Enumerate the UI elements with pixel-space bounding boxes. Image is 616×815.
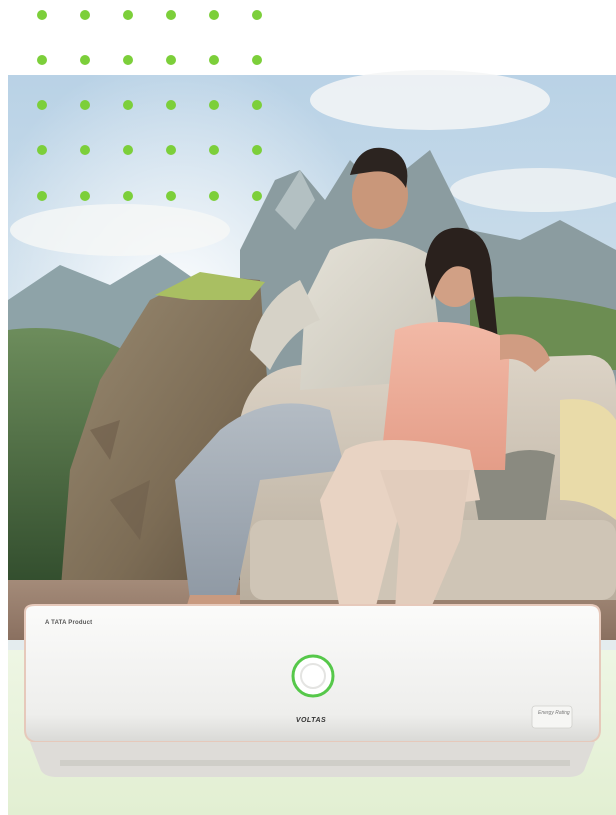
energy-rating-badge: Energy Rating — [538, 710, 570, 716]
voltas-logo: VOLTAS — [295, 717, 327, 724]
photo-scene — [8, 70, 616, 815]
tata-product-tag: A TATA Product — [45, 620, 93, 626]
